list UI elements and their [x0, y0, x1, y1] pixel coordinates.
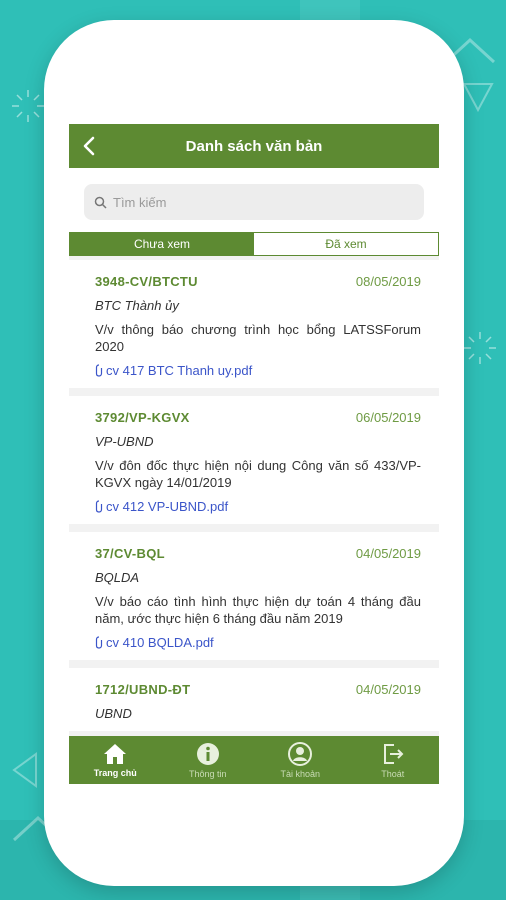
tab-account[interactable]: Tài khoản [254, 736, 347, 784]
tab-unread[interactable]: Chưa xem [70, 233, 254, 255]
tab-label: Thoát [381, 768, 405, 779]
account-icon [288, 741, 313, 766]
triangle-decoration [12, 752, 37, 788]
tab-info[interactable]: Thông tin [162, 736, 255, 784]
bottom-tab-bar: Trang chủ Thông tin Tài khoản Thoát [69, 736, 439, 784]
tabs-container: Chưa xem Đã xem [69, 232, 439, 256]
list-item[interactable]: 37/CV-BQL 04/05/2019 BQLDA V/v báo cáo t… [69, 532, 439, 660]
triangle-decoration [462, 83, 494, 113]
tab-home[interactable]: Trang chủ [69, 736, 162, 784]
document-org: BQLDA [95, 570, 140, 585]
tab-label: Tài khoản [280, 768, 321, 779]
logout-icon [383, 743, 404, 764]
document-org: UBND [95, 706, 132, 721]
document-org: VP-UBND [95, 434, 154, 449]
document-date: 08/05/2019 [355, 273, 421, 289]
home-icon [104, 743, 127, 764]
document-date: 04/05/2019 [355, 545, 421, 561]
attachment-filename: cv 412 VP-UBND.pdf [106, 499, 229, 514]
tab-logout[interactable]: Thoát [347, 736, 440, 784]
document-description: V/v thông báo chương trình học bổng LATS… [95, 322, 421, 354]
tab-bar: Chưa xem Đã xem [69, 232, 439, 256]
list-item[interactable]: 1712/UBND-ĐT 04/05/2019 UBND [69, 668, 439, 731]
document-description: V/v đôn đốc thực hiện nội dung Công văn … [95, 458, 421, 490]
sunburst-decoration [12, 90, 44, 122]
list-item[interactable]: 3948-CV/BTCTU 08/05/2019 BTC Thành ủy V/… [69, 260, 439, 388]
page-title: Danh sách văn bản [185, 137, 323, 155]
search-container: Tìm kiếm [69, 168, 439, 232]
document-code: 3792/VP-KGVX [95, 409, 190, 425]
attachment-link[interactable]: cv 412 VP-UBND.pdf [95, 499, 421, 514]
document-org: BTC Thành ủy [95, 298, 179, 313]
paperclip-icon [95, 364, 103, 377]
document-code: 37/CV-BQL [95, 545, 165, 561]
app-header: Danh sách văn bản [69, 124, 439, 168]
attachment-filename: cv 417 BTC Thanh uy.pdf [106, 363, 253, 378]
search-placeholder: Tìm kiếm [113, 194, 167, 210]
attachment-link[interactable]: cv 410 BQLDA.pdf [95, 635, 421, 650]
document-code: 3948-CV/BTCTU [95, 273, 198, 289]
sunburst-decoration [464, 332, 496, 364]
document-list: 3948-CV/BTCTU 08/05/2019 BTC Thành ủy V/… [69, 260, 439, 736]
search-input[interactable]: Tìm kiếm [84, 184, 424, 220]
paperclip-icon [95, 500, 103, 513]
search-icon [94, 196, 107, 209]
tab-read[interactable]: Đã xem [254, 233, 438, 255]
attachment-link[interactable]: cv 417 BTC Thanh uy.pdf [95, 363, 421, 378]
tab-label: Thông tin [188, 768, 227, 779]
attachment-filename: cv 410 BQLDA.pdf [106, 635, 214, 650]
list-item[interactable]: 3792/VP-KGVX 06/05/2019 VP-UBND V/v đôn … [69, 396, 439, 524]
document-date: 06/05/2019 [355, 409, 421, 425]
document-code: 1712/UBND-ĐT [95, 681, 191, 697]
document-date: 04/05/2019 [355, 681, 421, 697]
info-icon [196, 742, 219, 765]
paperclip-icon [95, 636, 103, 649]
back-arrow-icon[interactable] [79, 135, 101, 157]
tab-label: Trang chủ [93, 767, 137, 778]
app-screen: Danh sách văn bản Tìm kiếm Chưa xem Đã x… [69, 124, 439, 784]
document-description: V/v báo cáo tình hình thực hiện dự toán … [95, 594, 421, 626]
